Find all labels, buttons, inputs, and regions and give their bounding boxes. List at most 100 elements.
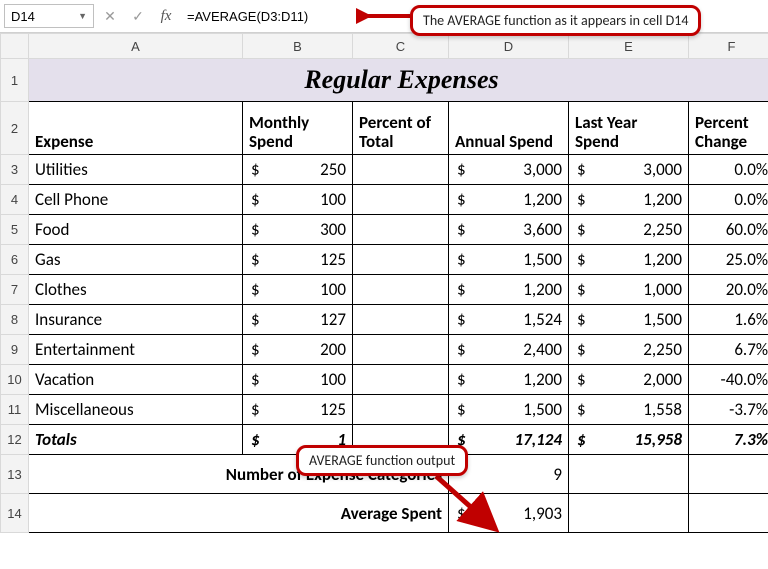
chevron-down-icon[interactable]: ▼ [78,11,87,21]
row-header[interactable]: 5 [1,215,29,245]
pct-change[interactable]: 6.7% [689,335,768,365]
last-year-spend[interactable]: $1,558 [569,395,689,425]
last-year-spend[interactable]: $3,000 [569,155,689,185]
last-year-spend[interactable]: $1,200 [569,245,689,275]
row-header[interactable]: 8 [1,305,29,335]
expense-name[interactable]: Miscellaneous [29,395,243,425]
formula-input[interactable]: =AVERAGE(D3:D11) [182,4,327,28]
annual-spend[interactable]: $2,400 [449,335,569,365]
fx-button[interactable]: fx [154,4,178,28]
annual-spend[interactable]: $1,500 [449,395,569,425]
last-year-spend[interactable]: $1,200 [569,185,689,215]
last-year-spend[interactable]: $1,500 [569,305,689,335]
monthly-spend[interactable]: $100 [243,185,353,215]
col-header-c[interactable]: C [353,34,449,59]
last-year-spend[interactable]: $1,000 [569,275,689,305]
row-header[interactable]: 3 [1,155,29,185]
row-header[interactable]: 6 [1,245,29,275]
cancel-button[interactable]: ✕ [98,4,122,28]
pct-change[interactable]: 25.0% [689,245,768,275]
expense-name[interactable]: Cell Phone [29,185,243,215]
pct-change[interactable]: 20.0% [689,275,768,305]
cell[interactable] [353,185,449,215]
annual-spend[interactable]: $1,200 [449,275,569,305]
hdr-expense[interactable]: Expense [29,102,243,155]
row-header[interactable]: 9 [1,335,29,365]
cell[interactable] [353,305,449,335]
pct-change[interactable]: 60.0% [689,215,768,245]
last-year-spend[interactable]: $2,000 [569,365,689,395]
monthly-spend[interactable]: $200 [243,335,353,365]
cell[interactable] [353,395,449,425]
average-label[interactable]: Average Spent [29,494,449,533]
annual-spend[interactable]: $1,524 [449,305,569,335]
select-all-corner[interactable] [1,34,29,59]
last-year-spend[interactable]: $2,250 [569,335,689,365]
expense-name[interactable]: Clothes [29,275,243,305]
col-header-f[interactable]: F [689,34,768,59]
pct-change[interactable]: -40.0% [689,365,768,395]
row-header[interactable]: 4 [1,185,29,215]
last-year-spend[interactable]: $2,250 [569,215,689,245]
row-header[interactable]: 14 [1,494,29,533]
sheet-title[interactable]: Regular Expenses [29,59,768,102]
hdr-annual[interactable]: Annual Spend [449,102,569,155]
row-header[interactable]: 10 [1,365,29,395]
pct-change[interactable]: 1.6% [689,305,768,335]
totals-pct-change[interactable]: 7.3% [689,425,768,455]
name-box[interactable]: D14 ▼ [4,4,94,28]
hdr-last-year[interactable]: Last Year Spend [569,102,689,155]
cell[interactable] [353,215,449,245]
monthly-spend[interactable]: $127 [243,305,353,335]
monthly-spend[interactable]: $250 [243,155,353,185]
cell[interactable] [569,494,689,533]
annual-spend[interactable]: $1,500 [449,245,569,275]
col-header-a[interactable]: A [29,34,243,59]
totals-last-year[interactable]: $15,958 [569,425,689,455]
row-header[interactable]: 13 [1,455,29,494]
cell[interactable] [689,455,768,494]
callout-formula-bar: The AVERAGE function as it appears in ce… [410,5,701,36]
row-header[interactable]: 11 [1,395,29,425]
expense-name[interactable]: Entertainment [29,335,243,365]
confirm-button[interactable]: ✓ [126,4,150,28]
hdr-monthly[interactable]: Monthly Spend [243,102,353,155]
table-row: 5Food$300 $3,600$2,25060.0% [1,215,768,245]
annual-spend[interactable]: $3,000 [449,155,569,185]
table-row: 4Cell Phone$100$1,200$1,2000.0% [1,185,768,215]
row-header[interactable]: 7 [1,275,29,305]
expense-name[interactable]: Utilities [29,155,243,185]
cell[interactable] [353,275,449,305]
expense-name[interactable]: Gas [29,245,243,275]
monthly-spend[interactable]: $300 [243,215,353,245]
annual-spend[interactable]: $1,200 [449,365,569,395]
col-header-b[interactable]: B [243,34,353,59]
expense-name[interactable]: Food [29,215,243,245]
hdr-pct-change[interactable]: Percent Change [689,102,768,155]
cell[interactable] [569,455,689,494]
row-header[interactable]: 2 [1,102,29,155]
totals-label[interactable]: Totals [29,425,243,455]
hdr-pct-total[interactable]: Percent of Total [353,102,449,155]
row-header[interactable]: 12 [1,425,29,455]
expense-name[interactable]: Vacation [29,365,243,395]
cell[interactable] [353,365,449,395]
col-header-e[interactable]: E [569,34,689,59]
pct-change[interactable]: 0.0% [689,185,768,215]
cell[interactable] [689,494,768,533]
cell[interactable] [353,335,449,365]
annual-spend[interactable]: $1,200 [449,185,569,215]
pct-change[interactable]: -3.7% [689,395,768,425]
pct-change[interactable]: 0.0% [689,155,768,185]
row-header[interactable]: 1 [1,59,29,102]
monthly-spend[interactable]: $100 [243,365,353,395]
monthly-spend[interactable]: $100 [243,275,353,305]
average-value[interactable]: $1,903 [449,494,569,533]
expense-name[interactable]: Insurance [29,305,243,335]
cell[interactable] [353,155,449,185]
cell[interactable] [353,245,449,275]
annual-spend[interactable]: $3,600 [449,215,569,245]
monthly-spend[interactable]: $125 [243,395,353,425]
monthly-spend[interactable]: $125 [243,245,353,275]
col-header-d[interactable]: D [449,34,569,59]
